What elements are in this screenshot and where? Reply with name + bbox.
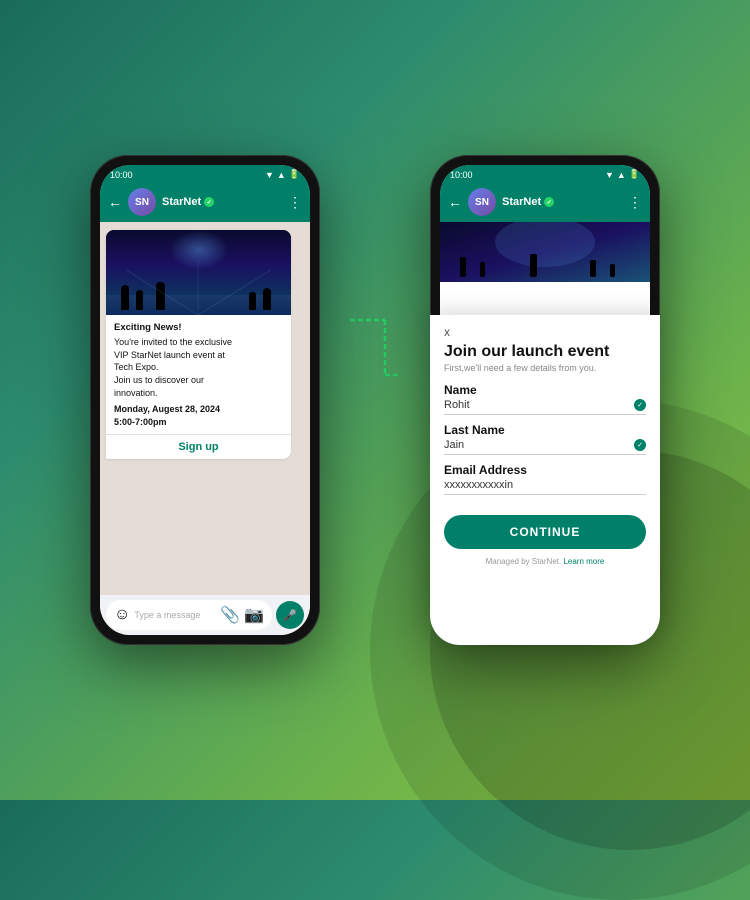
sign-up-button[interactable]: Sign up — [106, 434, 291, 459]
form-field-name: Name Rohit ✓ — [444, 383, 646, 415]
bubble-title: Exciting News! — [114, 321, 283, 334]
back-button-right[interactable]: ← — [448, 194, 462, 210]
message-bubble: Exciting News! You're invited to the exc… — [106, 230, 291, 459]
wa-input-placeholder[interactable]: Type a message — [134, 610, 216, 620]
form-title: Join our launch event — [444, 343, 646, 361]
wa-header-right: ← SN StarNet ✓ ⋮ — [440, 182, 650, 222]
email-input-row: xxxxxxxxxxxin — [444, 479, 646, 495]
time-right: 10:00 — [450, 170, 473, 180]
menu-icon-right[interactable]: ⋮ — [628, 194, 642, 211]
email-label: Email Address — [444, 463, 646, 477]
back-button-left[interactable]: ← — [108, 194, 122, 210]
time-left: 10:00 — [110, 170, 133, 180]
battery-icon-r: 🔋 — [629, 169, 640, 180]
form-field-lastname: Last Name Jain ✓ — [444, 423, 646, 455]
phone-right-screen: 10:00 ▼ ▲ 🔋 ← SN StarNet ✓ ⋮ — [440, 165, 650, 635]
connector-svg — [350, 300, 400, 380]
email-value[interactable]: xxxxxxxxxxxin — [444, 479, 646, 491]
verified-badge-right: ✓ — [544, 197, 554, 207]
chat-area-left: Exciting News! You're invited to the exc… — [100, 222, 310, 595]
verified-badge-left: ✓ — [204, 197, 214, 207]
signal-icon: ▲ — [277, 170, 286, 180]
wifi-icon-r: ▼ — [605, 170, 614, 180]
wa-header-left: ← SN StarNet ✓ ⋮ — [100, 182, 310, 222]
lastname-input-row: Jain ✓ — [444, 439, 646, 455]
phones-container: 10:00 ▼ ▲ 🔋 ← SN StarNet ✓ ⋮ — [90, 155, 660, 645]
lastname-value[interactable]: Jain — [444, 439, 634, 451]
name-check-icon: ✓ — [634, 399, 646, 411]
scene-bg — [106, 230, 291, 315]
form-footer: Managed by StarNet. Learn more — [444, 557, 646, 566]
battery-icon: 🔋 — [289, 169, 300, 180]
name-value[interactable]: Rohit — [444, 399, 634, 411]
phone-left: 10:00 ▼ ▲ 🔋 ← SN StarNet ✓ ⋮ — [90, 155, 320, 645]
status-icons-right: ▼ ▲ 🔋 — [605, 169, 640, 180]
camera-icon: 📷 — [244, 605, 264, 625]
status-bar-right: 10:00 ▼ ▲ 🔋 — [440, 165, 650, 182]
bubble-image — [106, 230, 291, 315]
attach-icon: 📎 — [220, 605, 240, 625]
avatar-left: SN — [128, 188, 156, 216]
form-close-button[interactable]: x — [444, 325, 646, 339]
name-input-row: Rohit ✓ — [444, 399, 646, 415]
connector-wrapper — [350, 300, 400, 500]
scene-lines — [106, 230, 291, 315]
wifi-icon: ▼ — [265, 170, 274, 180]
bubble-text: Exciting News! You're invited to the exc… — [106, 315, 291, 434]
status-icons-left: ▼ ▲ 🔋 — [265, 169, 300, 180]
mic-button[interactable]: 🎤 — [276, 601, 304, 629]
bubble-body: You're invited to the exclusive VIP Star… — [114, 336, 283, 399]
name-label: Name — [444, 383, 646, 397]
partial-scene — [440, 222, 650, 282]
footer-link[interactable]: Learn more — [563, 557, 604, 566]
phone-left-screen: 10:00 ▼ ▲ 🔋 ← SN StarNet ✓ ⋮ — [100, 165, 310, 635]
contact-name-left: StarNet ✓ — [162, 196, 282, 208]
signal-icon-r: ▲ — [617, 170, 626, 180]
lastname-label: Last Name — [444, 423, 646, 437]
partial-image-right — [440, 222, 650, 282]
partial-scene-lines — [440, 222, 650, 282]
footer-text: Managed by StarNet. — [486, 557, 562, 566]
phone-right: 10:00 ▼ ▲ 🔋 ← SN StarNet ✓ ⋮ — [430, 155, 660, 645]
avatar-right: SN — [468, 188, 496, 216]
contact-name-right: StarNet ✓ — [502, 196, 622, 208]
menu-icon-left[interactable]: ⋮ — [288, 194, 302, 211]
form-field-email: Email Address xxxxxxxxxxxin — [444, 463, 646, 495]
lastname-check-icon: ✓ — [634, 439, 646, 451]
wa-bottom-bar: ☺ Type a message 📎 📷 🎤 — [100, 595, 310, 635]
form-overlay: x Join our launch event First,we'll need… — [440, 315, 650, 635]
continue-button[interactable]: CONTINUE — [444, 515, 646, 549]
form-subtitle: First,we'll need a few details from you. — [444, 363, 646, 373]
bubble-date: Monday, Augest 28, 2024 5:00-7:00pm — [114, 403, 283, 428]
wa-input-area[interactable]: ☺ Type a message 📎 📷 — [106, 600, 272, 630]
status-bar-left: 10:00 ▼ ▲ 🔋 — [100, 165, 310, 182]
emoji-icon: ☺ — [114, 606, 130, 624]
